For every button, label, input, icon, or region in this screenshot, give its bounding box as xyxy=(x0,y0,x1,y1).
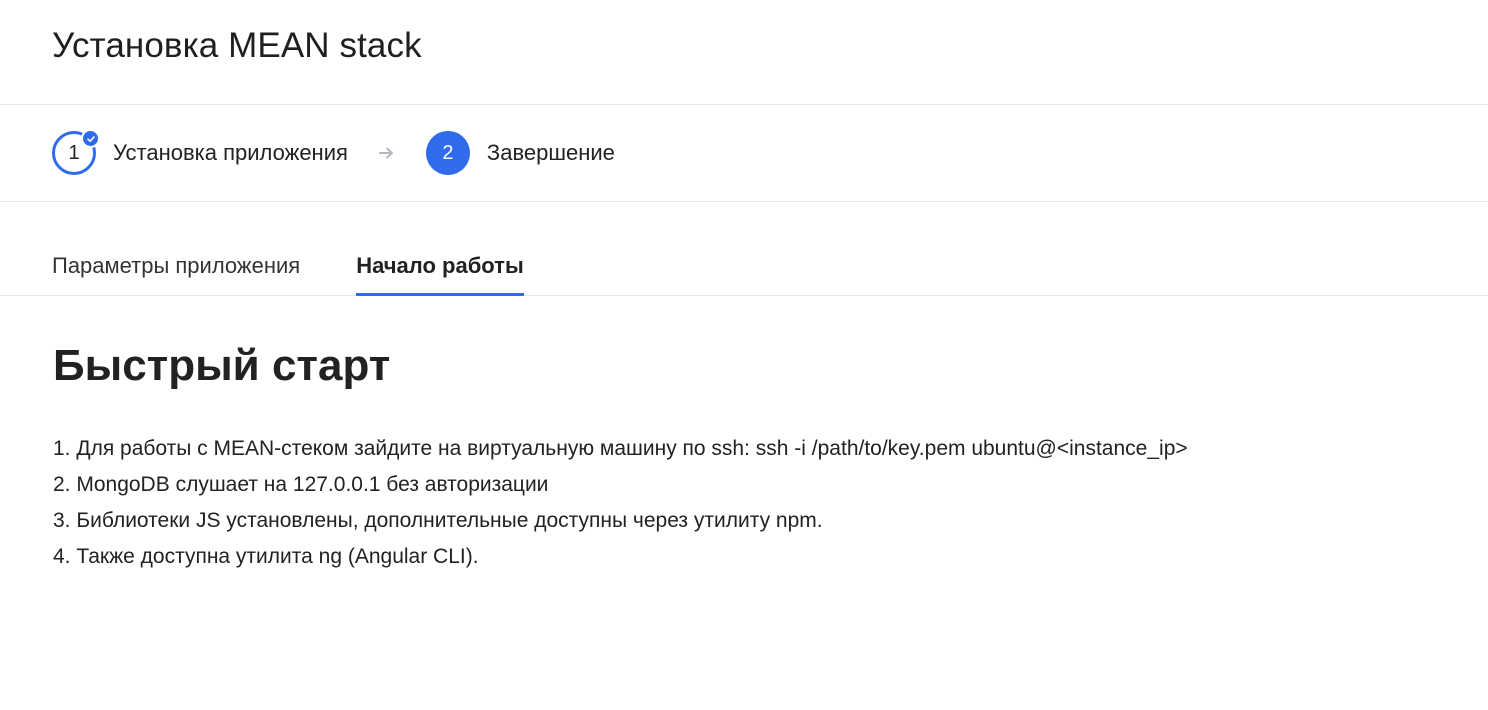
section-heading: Быстрый старт xyxy=(53,341,391,390)
tab-getting-started[interactable]: Начало работы xyxy=(356,253,524,296)
step-install[interactable]: 1 Установка приложения xyxy=(52,129,348,175)
list-item: 1. Для работы с MEAN-стеком зайдите на в… xyxy=(53,437,1188,460)
list-item: 3. Библиотеки JS установлены, дополнител… xyxy=(53,509,823,532)
step-number-label: 1 xyxy=(68,141,80,164)
tab-content: Быстрый старт 1. Для работы с MEAN-стеко… xyxy=(0,296,1488,575)
page-title: Установка MEAN stack xyxy=(52,26,422,65)
list-item: 4. Также доступна утилита ng (Angular CL… xyxy=(53,545,479,568)
step-number-2: 2 xyxy=(425,131,470,175)
wizard-stepper: 1 Установка приложения 2 Завершение xyxy=(0,105,1488,202)
step-number-1: 1 xyxy=(52,129,100,175)
tab-bar: Параметры приложения Начало работы xyxy=(0,202,1488,296)
list-item: 2. MongoDB слушает на 127.0.0.1 без авто… xyxy=(53,473,549,496)
step-label: Завершение xyxy=(486,140,615,165)
step-finish[interactable]: 2 Завершение xyxy=(425,131,615,175)
check-icon xyxy=(81,129,100,148)
arrow-right-icon xyxy=(378,146,396,160)
step-label: Установка приложения xyxy=(113,140,348,165)
step-number-label: 2 xyxy=(442,141,454,164)
tab-app-parameters[interactable]: Параметры приложения xyxy=(52,253,300,296)
page-header: Установка MEAN stack xyxy=(0,0,1488,105)
instructions-list: 1. Для работы с MEAN-стеком зайдите на в… xyxy=(53,431,1488,575)
